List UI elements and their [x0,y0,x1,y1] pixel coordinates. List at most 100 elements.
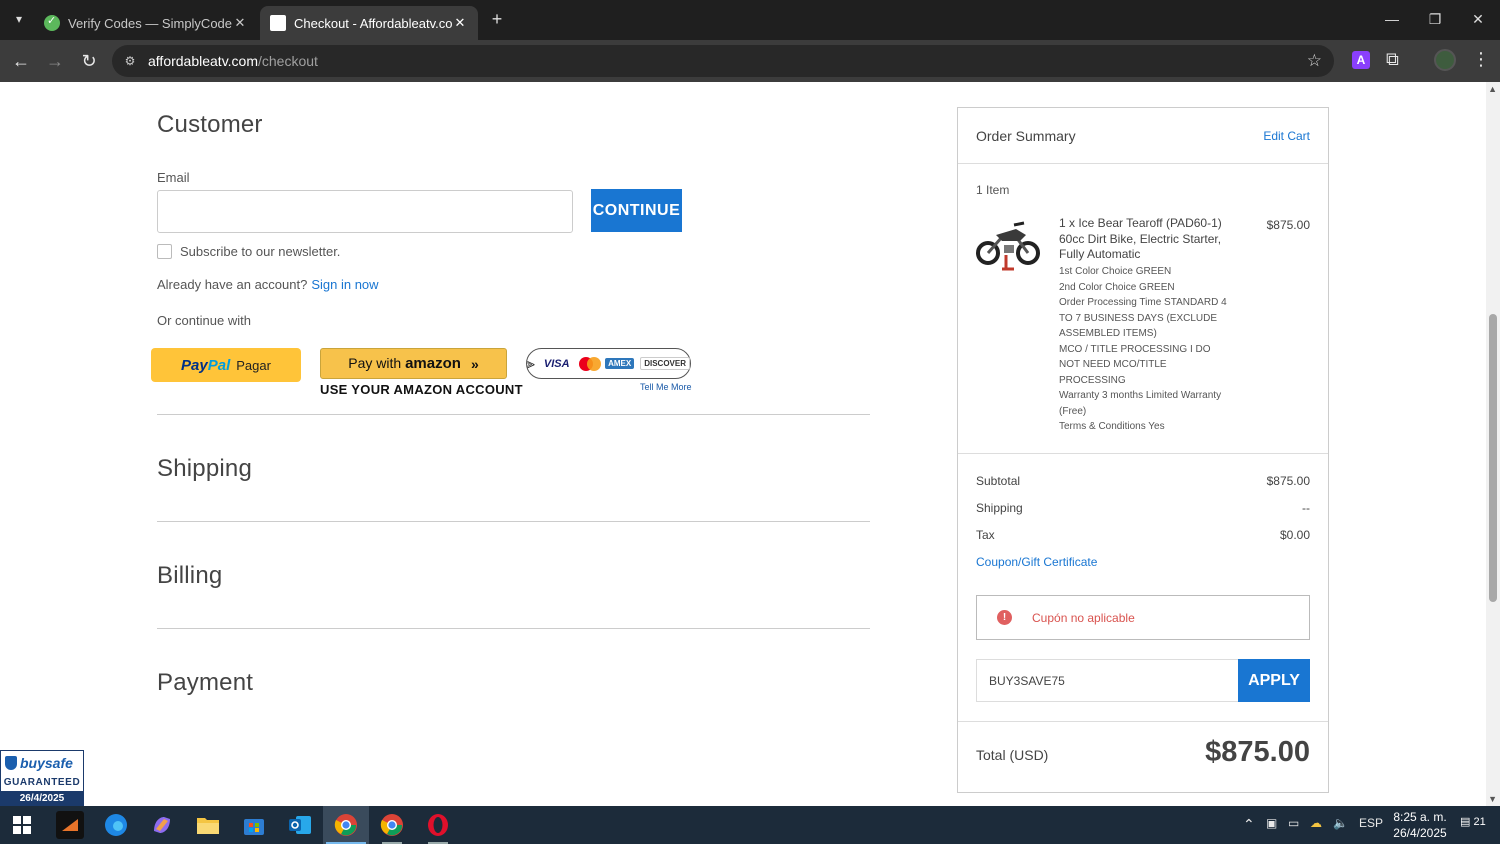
url-path: /checkout [258,53,318,69]
app-arrow-icon[interactable] [56,811,84,839]
paypal-button[interactable]: PayPal Pagar [151,348,301,382]
tax-value: $0.00 [1279,528,1310,542]
visa-icon: VISA [543,357,570,370]
tab-search-icon[interactable]: ▾ [8,8,30,30]
notification-count: 21 [1473,816,1486,828]
copilot-icon[interactable] [148,811,176,839]
reload-icon[interactable]: ↻ [76,48,102,74]
tab-strip: ▾ Verify Codes — SimplyCodes ✕ Checkout … [0,0,1500,40]
chrome-icon[interactable] [332,811,360,839]
back-icon[interactable]: ← [8,48,34,74]
discover-icon: DISCOVER [640,357,690,370]
extensions-puzzle-icon[interactable]: ⧉ [1386,49,1399,70]
windows-start-icon[interactable] [8,811,36,839]
product-option: 1st Color Choice GREEN [1059,266,1172,277]
close-tab-icon[interactable]: ✕ [232,15,248,31]
email-field[interactable] [157,190,573,233]
volume-icon[interactable]: 🔈 [1333,816,1348,830]
section-divider [157,414,870,415]
affordableatv-favicon-icon [270,15,286,31]
alert-text: Cupón no aplicable [1032,610,1135,625]
clock-time: 8:25 a. m. [1393,810,1447,824]
network-icon[interactable]: ▭ [1288,816,1299,830]
scroll-up-icon[interactable]: ▲ [1488,84,1497,94]
guaranteed-text: GUARANTEED [3,777,81,788]
amazon-pay-label: Pay with amazon [348,355,461,372]
sign-in-link[interactable]: Sign in now [311,277,378,292]
product-option: Warranty 3 months Limited Warranty (Free… [1059,390,1222,417]
card-checkout-button[interactable]: ⫸ VISA AMEX DISCOVER [526,348,691,379]
continue-button[interactable]: CONTINUE [591,189,682,232]
simplycodes-favicon-icon [44,14,60,31]
outlook-icon[interactable] [286,811,314,839]
extension-a-icon[interactable]: A [1352,51,1370,69]
bookmark-star-icon[interactable]: ☆ [1307,51,1322,71]
apply-button[interactable]: APPLY [1238,659,1310,702]
newsletter-checkbox[interactable] [157,244,172,259]
close-window-icon[interactable]: ✕ [1458,6,1498,32]
address-bar[interactable]: ⚙ affordableatv.com/checkout ☆ [112,45,1334,77]
browser-toolbar: ← → ↻ ⚙ affordableatv.com/checkout ☆ A ⧉… [0,40,1500,82]
url-host: affordableatv.com [148,53,258,69]
tray-device-icon[interactable]: ▣ [1266,816,1277,830]
section-divider [157,521,870,522]
mastercard-icon [578,356,602,371]
billing-heading[interactable]: Billing [157,562,222,590]
onedrive-icon[interactable]: ☁ [1310,816,1322,830]
total-value: $875.00 [1205,736,1310,768]
amazon-account-text: USE YOUR AMAZON ACCOUNT [320,382,523,397]
close-tab-icon[interactable]: ✕ [452,15,468,31]
scroll-down-icon[interactable]: ▼ [1488,794,1497,804]
browser-menu-icon[interactable]: ⋮ [1472,49,1490,70]
amazon-pay-button[interactable]: Pay with amazon » [320,348,507,379]
store-icon[interactable] [240,811,268,839]
order-summary-title: Order Summary [976,128,1076,144]
language-indicator[interactable]: ESP [1359,816,1383,830]
edit-cart-link[interactable]: Edit Cart [1263,129,1310,143]
card-arrows-icon: ⫸ [527,355,535,371]
taskbar: ⌃ ▣ ▭ ☁ 🔈 ESP 8:25 a. m. 26/4/2025 ▤ 21 [0,806,1500,844]
newsletter-label: Subscribe to our newsletter. [180,244,341,259]
profile-avatar[interactable] [1434,49,1456,71]
customer-heading: Customer [157,111,263,138]
item-count: 1 Item [976,183,1010,197]
forward-icon[interactable]: → [42,48,68,74]
payment-heading[interactable]: Payment [157,669,253,697]
tab-checkout[interactable]: Checkout - Affordableatv.com ✕ [260,6,478,40]
newsletter-option[interactable]: Subscribe to our newsletter. [157,244,340,259]
file-explorer-icon[interactable] [194,811,222,839]
page-scrollbar[interactable]: ▲ ▼ [1486,82,1500,806]
coupon-gift-link[interactable]: Coupon/Gift Certificate [976,555,1097,569]
tab-simplycodes[interactable]: Verify Codes — SimplyCodes ✕ [34,6,258,40]
or-continue-text: Or continue with [157,313,251,328]
site-info-icon[interactable]: ⚙ [122,53,138,69]
email-label: Email [157,170,190,185]
chrome-profile-icon[interactable] [378,811,406,839]
chevron-up-icon[interactable]: ⌃ [1243,816,1255,833]
opera-icon[interactable] [424,811,452,839]
shipping-heading[interactable]: Shipping [157,455,252,483]
product-option: Order Processing Time STANDARD 4 TO 7 BU… [1059,297,1227,339]
shipping-label: Shipping [976,501,1023,515]
paypal-logo: PayPal [181,356,231,374]
taskbar-clock[interactable]: 8:25 a. m. 26/4/2025 [1384,809,1456,841]
checkout-page: Customer Email CONTINUE Subscribe to our… [0,82,1500,806]
restore-icon[interactable]: ❐ [1415,6,1455,32]
scroll-thumb[interactable] [1489,314,1497,602]
new-tab-icon[interactable]: + [486,8,508,30]
summary-divider [958,453,1328,454]
notifications-icon[interactable]: ▤ 21 [1460,815,1486,828]
minimize-icon[interactable]: — [1372,6,1412,32]
order-summary: Order Summary Edit Cart 1 Item 1 x Ice B… [957,107,1329,793]
sign-in-line: Already have an account? Sign in now [157,277,379,292]
tell-me-more-link[interactable]: Tell Me More [640,382,692,392]
buysafe-badge[interactable]: buysafe GUARANTEED 26/4/2025 [0,750,84,806]
error-info-icon: ! [997,610,1012,625]
edge-icon[interactable] [102,811,130,839]
shipping-row: Shipping -- [976,501,1310,515]
tab-title: Checkout - Affordableatv.com [294,15,452,31]
section-divider [157,628,870,629]
summary-divider [958,721,1328,722]
total-label: Total (USD) [976,747,1049,763]
coupon-code-input[interactable] [976,659,1238,702]
